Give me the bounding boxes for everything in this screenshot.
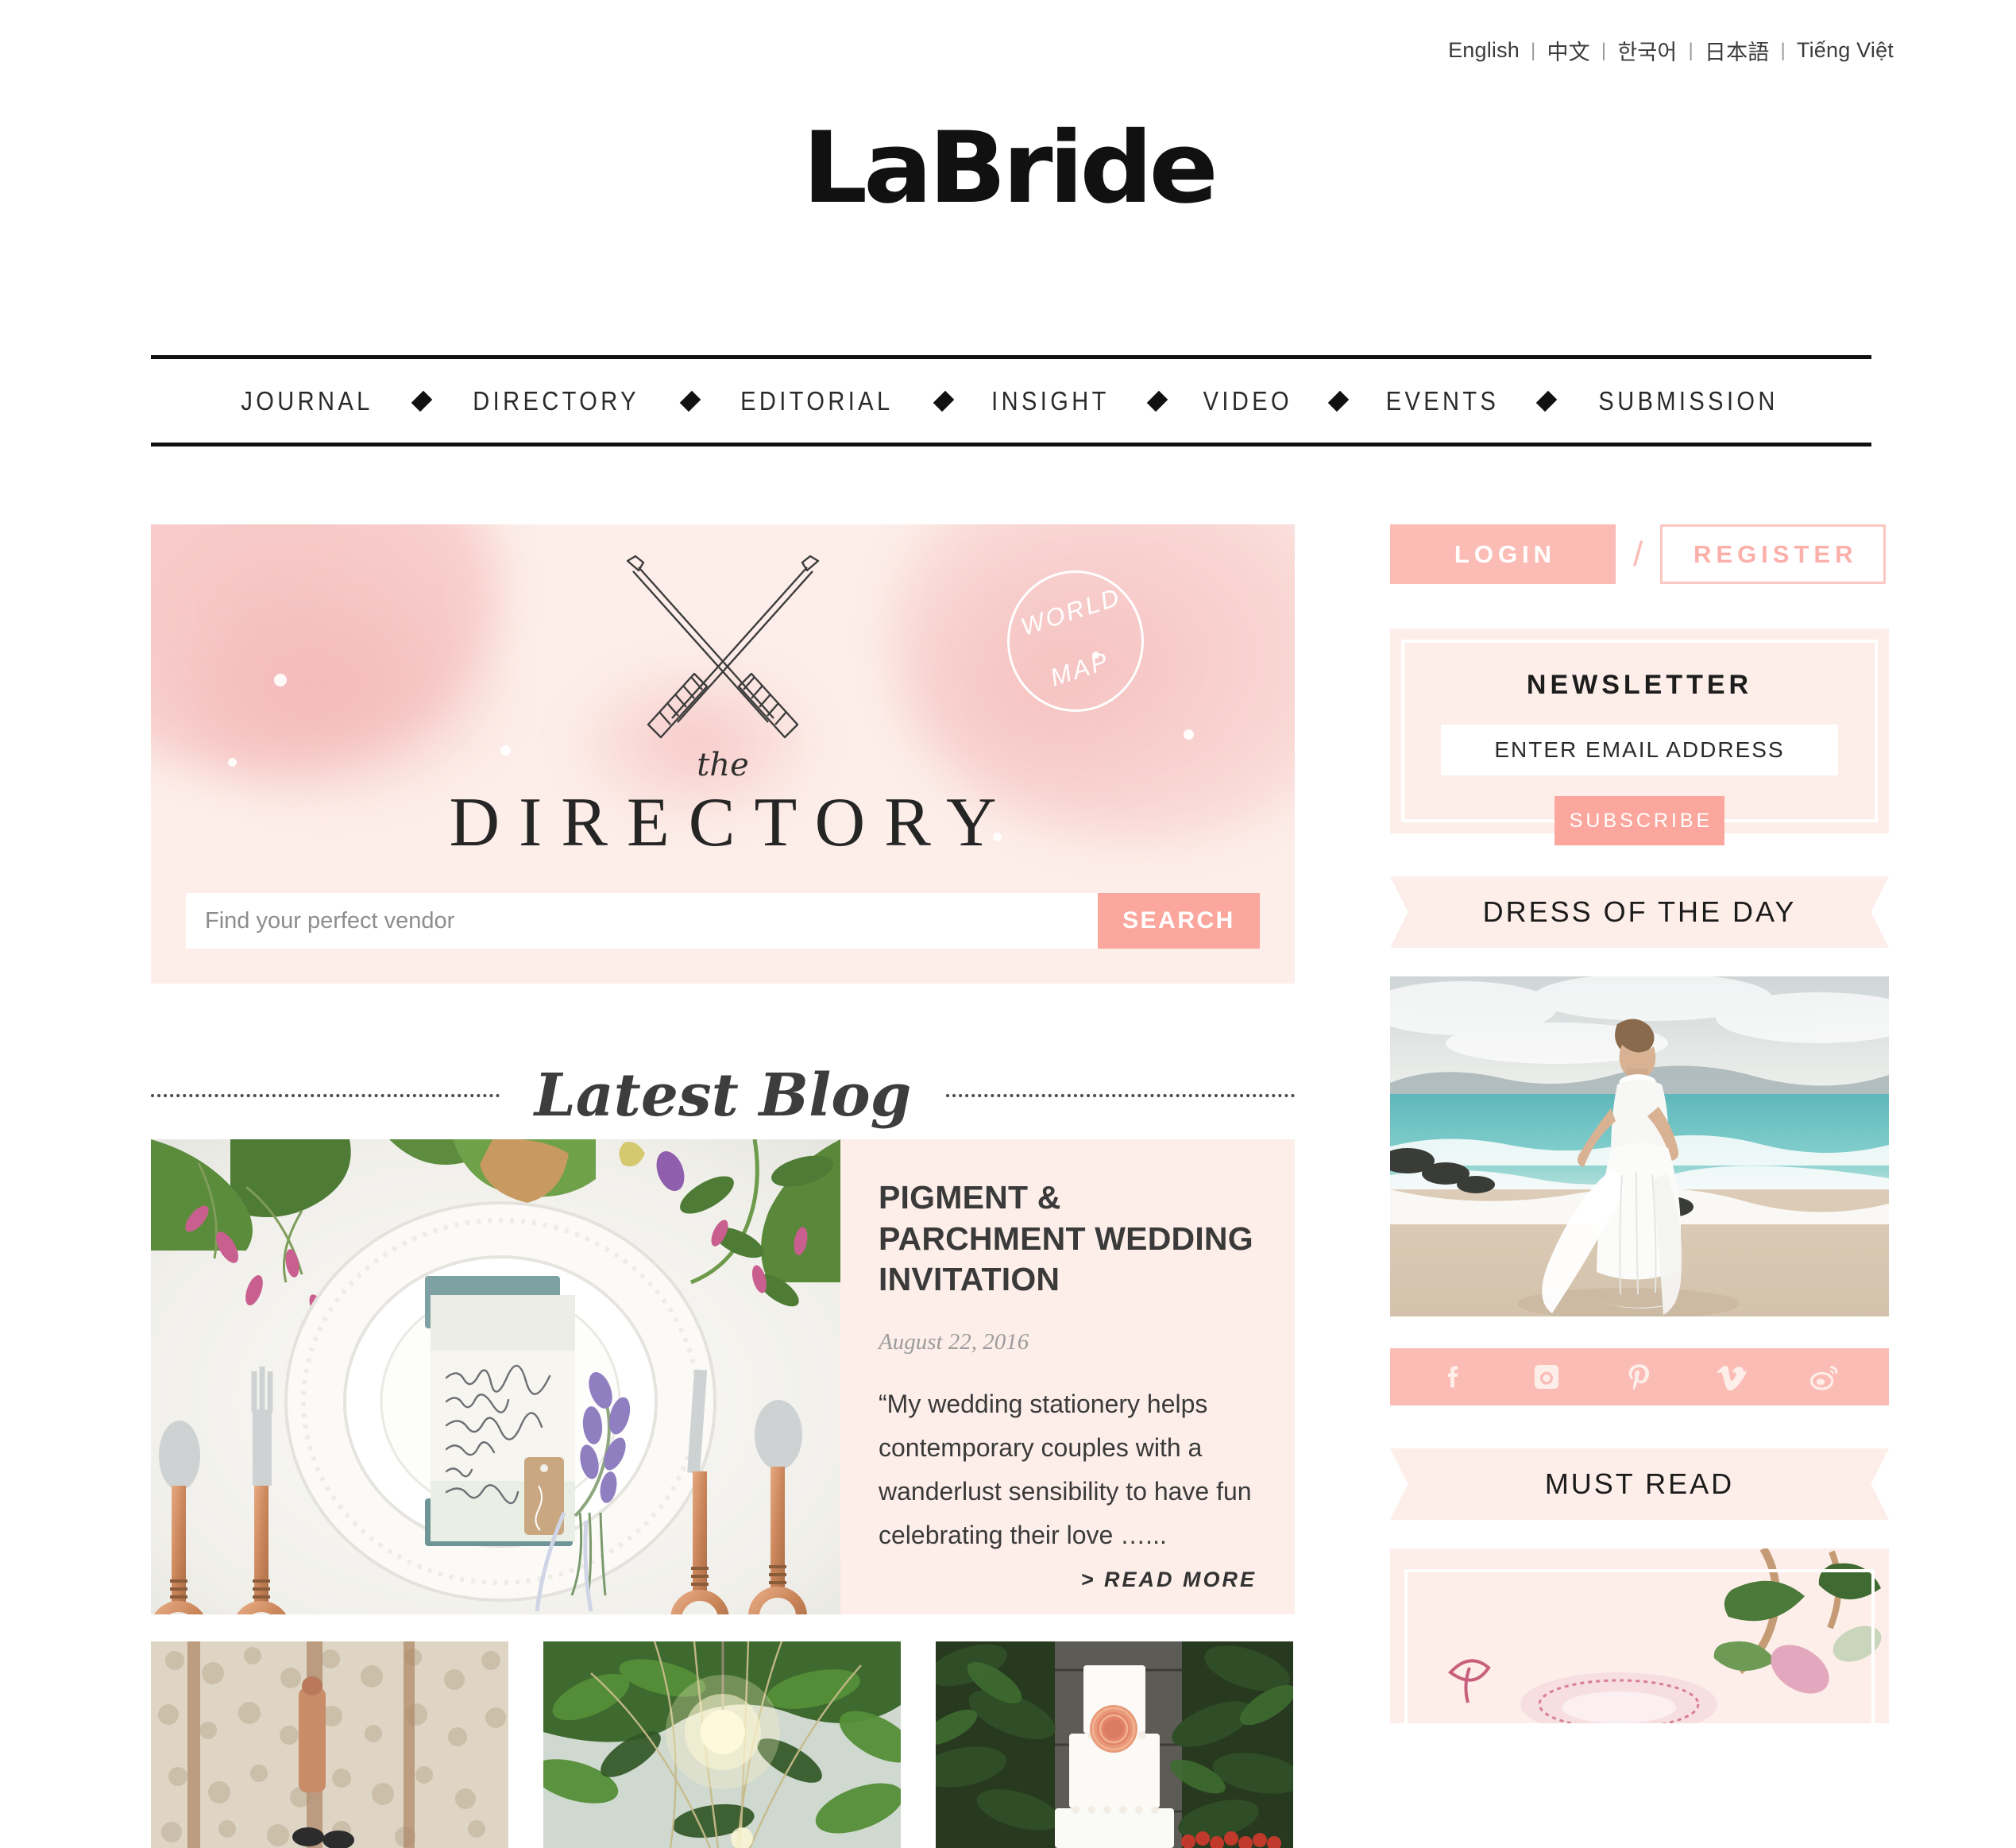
language-option-english[interactable]: English [1437, 38, 1531, 63]
read-more-link[interactable]: > READ MORE [1081, 1568, 1257, 1592]
must-read-ribbon: MUST READ [1390, 1448, 1889, 1520]
dress-of-the-day-ribbon: DRESS OF THE DAY [1390, 876, 1889, 948]
directory-hero: WORLDMAP the DIRECTORY SEARCH [151, 524, 1295, 984]
pinterest-icon[interactable] [1615, 1352, 1664, 1401]
must-read-card[interactable] [1390, 1548, 1889, 1723]
site-logo-text: LaBride [801, 111, 1218, 226]
main-navigation: JOURNAL DIRECTORY EDITORIAL INSIGHT VIDE… [151, 355, 1871, 447]
diamond-icon [1535, 390, 1557, 412]
blog-thumbnail-hanging-lights[interactable] [543, 1641, 901, 1848]
nav-item-insight[interactable]: INSIGHT [986, 386, 1115, 416]
dress-of-the-day-heading: DRESS OF THE DAY [1482, 895, 1797, 928]
diamond-icon [1146, 390, 1168, 412]
newsletter-widget: NEWSLETTER SUBSCRIBE [1390, 628, 1889, 845]
diamond-icon [680, 390, 701, 412]
featured-post-date: August 22, 2016 [879, 1328, 1029, 1355]
sidebar: LOGIN / REGISTER NEWSLETTER SUBSCRIBE DR… [1390, 524, 1889, 1848]
language-bar: English | 中文 | 한국어 | 日本語 | Tiếng Việt [1437, 35, 1905, 66]
auth-divider: / [1633, 534, 1643, 574]
speck-dot [274, 674, 287, 686]
blog-thumbnail-wedding-cake[interactable] [936, 1641, 1293, 1848]
language-option-japanese[interactable]: 日本語 [1694, 35, 1781, 66]
auth-row: LOGIN / REGISTER [1390, 524, 1889, 584]
dotted-rule-right [946, 1094, 1296, 1097]
nav-item-directory[interactable]: DIRECTORY [467, 386, 645, 416]
diamond-icon [411, 390, 433, 412]
nav-item-submission[interactable]: SUBMISSION [1593, 386, 1783, 416]
vendor-search-button[interactable]: SEARCH [1098, 893, 1260, 949]
blog-thumbnail-row [151, 1641, 1295, 1848]
blog-thumbnail-stone-wall[interactable] [151, 1641, 508, 1848]
hero-eyebrow: the [697, 747, 749, 783]
main-column: WORLDMAP the DIRECTORY SEARCH Latest Blo… [151, 524, 1296, 1848]
nav-item-events[interactable]: EVENTS [1380, 386, 1504, 416]
nav-item-journal[interactable]: JOURNAL [236, 386, 379, 416]
world-map-label: WORLD MAP [1017, 582, 1125, 692]
newsletter-email-input[interactable] [1441, 725, 1838, 775]
diamond-icon [1327, 390, 1349, 412]
weibo-icon[interactable] [1801, 1352, 1850, 1401]
dress-of-the-day-image[interactable] [1390, 976, 1889, 1316]
newsletter-subscribe-button[interactable]: SUBSCRIBE [1554, 796, 1724, 845]
site-logo[interactable]: LaBride [0, 119, 2016, 218]
crossed-arrows-icon [626, 555, 820, 739]
hero-title: DIRECTORY [449, 784, 1016, 861]
dotted-rule-left [151, 1094, 500, 1097]
speck-dot [1184, 729, 1194, 740]
login-button[interactable]: LOGIN [1390, 524, 1616, 584]
instagram-icon[interactable] [1522, 1352, 1571, 1401]
nav-item-video[interactable]: VIDEO [1197, 386, 1297, 416]
featured-post-image[interactable] [151, 1139, 840, 1614]
page-content: WORLDMAP the DIRECTORY SEARCH Latest Blo… [151, 524, 1889, 1848]
featured-post-body: PIGMENT & PARCHMENT WEDDING INVITATION A… [840, 1139, 1295, 1614]
language-option-chinese[interactable]: 中文 [1535, 35, 1601, 66]
register-button[interactable]: REGISTER [1660, 524, 1887, 584]
vendor-search-form: SEARCH [186, 893, 1260, 949]
featured-blog-post[interactable]: PIGMENT & PARCHMENT WEDDING INVITATION A… [151, 1139, 1295, 1614]
nav-item-editorial[interactable]: EDITORIAL [735, 386, 898, 416]
language-option-korean[interactable]: 한국어 [1606, 35, 1688, 66]
latest-blog-heading: Latest Blog [534, 1061, 912, 1130]
featured-post-title[interactable]: PIGMENT & PARCHMENT WEDDING INVITATION [879, 1177, 1255, 1301]
facebook-icon[interactable] [1429, 1352, 1478, 1401]
newsletter-title: NEWSLETTER [1526, 670, 1753, 700]
world-map-badge[interactable]: WORLD MAP [1007, 570, 1144, 712]
vendor-search-input[interactable] [186, 893, 1098, 949]
latest-blog-divider: Latest Blog [151, 1052, 1296, 1139]
social-links-bar [1390, 1348, 1889, 1405]
vimeo-icon[interactable] [1708, 1352, 1757, 1401]
featured-post-excerpt: “My wedding stationery helps contemporar… [879, 1389, 1252, 1550]
diamond-icon [933, 390, 955, 412]
language-option-vietnamese[interactable]: Tiếng Việt [1786, 38, 1905, 63]
must-read-heading: MUST READ [1544, 1467, 1735, 1500]
